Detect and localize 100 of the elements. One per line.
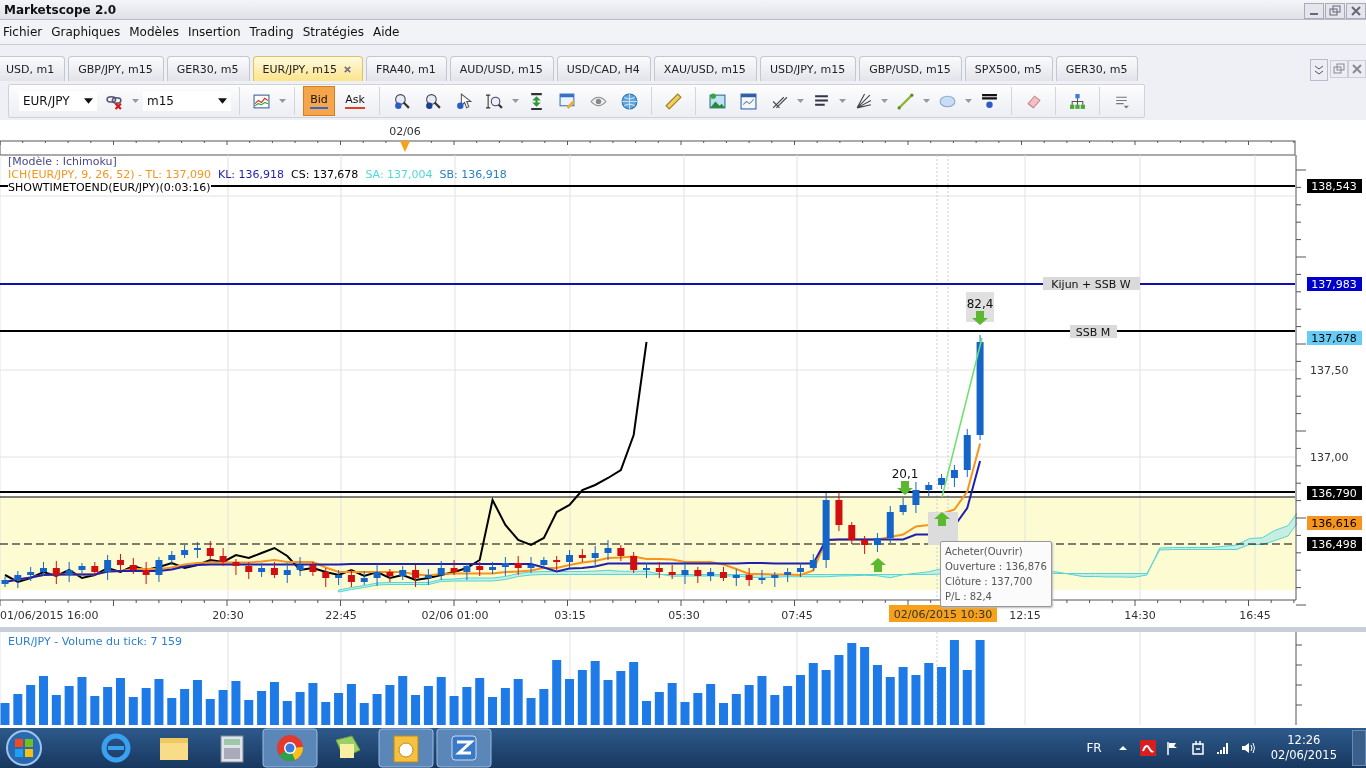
line-label: Kijun + SSB W xyxy=(1043,277,1140,291)
zoom-in-icon[interactable] xyxy=(393,92,410,110)
candlestick xyxy=(501,556,509,577)
candlestick xyxy=(630,551,638,574)
candlestick xyxy=(104,554,112,581)
caret-icon[interactable] xyxy=(881,99,888,103)
sell-arrow-icon xyxy=(972,311,988,325)
candlestick xyxy=(52,560,60,585)
chart-tab[interactable]: GBP/JPY, m15 xyxy=(68,56,164,81)
volume-icon[interactable] xyxy=(1239,740,1256,756)
time-axis-label: 12:15 xyxy=(1009,609,1041,622)
price-tag: 137,983 xyxy=(1307,277,1362,291)
time-axis-label: 14:30 xyxy=(1124,609,1156,622)
chart-tab[interactable]: XAU/USD, m15 xyxy=(653,56,757,81)
candlestick xyxy=(848,521,856,545)
caret-icon[interactable] xyxy=(965,99,972,103)
clock[interactable]: 12:26 02/06/2015 xyxy=(1270,733,1337,763)
window-chart-icon[interactable] xyxy=(740,92,757,110)
chart-tab[interactable]: GBP/USD, m15 xyxy=(859,56,962,81)
line-icon[interactable] xyxy=(897,92,914,110)
chart-tab[interactable]: FRA40, m1 xyxy=(365,56,447,81)
zoom-out-icon[interactable] xyxy=(424,92,441,110)
candlestick xyxy=(476,561,484,577)
close-icon[interactable] xyxy=(342,64,352,74)
candlestick xyxy=(745,567,753,587)
ruler-icon[interactable] xyxy=(665,92,682,110)
line-label: SSB M xyxy=(1070,325,1117,339)
candlestick xyxy=(296,556,304,577)
caret-icon[interactable] xyxy=(279,99,286,103)
candlestick xyxy=(886,505,894,544)
candlestick xyxy=(707,567,715,582)
buy-arrow-icon xyxy=(870,558,886,572)
globe-icon[interactable] xyxy=(621,92,638,110)
caret-icon[interactable] xyxy=(132,99,139,103)
candlestick xyxy=(912,481,920,514)
period-dropdown[interactable]: m15 xyxy=(143,91,231,111)
menu-item[interactable]: Insertion xyxy=(184,25,247,39)
candlestick xyxy=(65,561,73,583)
candlestick xyxy=(181,544,189,559)
candlestick xyxy=(950,464,958,488)
menu-item[interactable]: Aide xyxy=(369,25,406,39)
chevron-icon[interactable] xyxy=(1310,59,1328,81)
candlestick xyxy=(681,561,689,585)
time-axis-label: 01/06/2015 16:00 xyxy=(0,609,99,622)
time-axis-label: 16:45 xyxy=(1239,609,1271,622)
caret-icon[interactable] xyxy=(923,99,930,103)
price-tag: 136,790 xyxy=(1307,486,1362,500)
menu-item[interactable]: Stratégies xyxy=(299,25,370,39)
window-edit-icon[interactable] xyxy=(559,92,576,110)
chart-tab[interactable]: EUR/JPY, m15 xyxy=(252,56,363,81)
caret-icon[interactable] xyxy=(839,99,846,103)
restore-icon[interactable] xyxy=(1325,3,1345,19)
dropdown-arrow-icon[interactable] xyxy=(218,98,227,104)
cursor-icon[interactable] xyxy=(455,92,472,110)
candlestick xyxy=(1,576,9,588)
caret-icon[interactable] xyxy=(512,99,519,103)
price-tag: 137,678 xyxy=(1307,331,1362,345)
chart-tab[interactable]: AUD/USD, m15 xyxy=(449,56,554,81)
close-icon[interactable] xyxy=(1346,3,1366,19)
price-tag: 138,543 xyxy=(1307,179,1362,193)
chart-tab[interactable]: USD/CAD, H4 xyxy=(556,56,651,81)
antivirus-icon[interactable] xyxy=(1139,740,1156,756)
price-mode-button[interactable]: Bid xyxy=(303,86,335,116)
chart-tab[interactable]: GER30, m5 xyxy=(166,56,250,81)
menu-item[interactable]: Modèles xyxy=(126,25,185,39)
candlestick xyxy=(925,481,933,497)
vertical-arrows-icon[interactable] xyxy=(528,92,545,110)
signal-icon[interactable] xyxy=(1214,740,1231,756)
image-icon[interactable] xyxy=(709,92,726,110)
chart-tab[interactable]: GER30, m5 xyxy=(1055,56,1139,81)
chart-tab[interactable]: USD, m1 xyxy=(0,56,66,81)
app-icon[interactable] xyxy=(436,728,492,768)
chart-tab[interactable]: USD/JPY, m15 xyxy=(759,56,857,81)
candlestick xyxy=(245,561,253,580)
price-mode-button[interactable]: Ask xyxy=(339,86,371,116)
chart-tab[interactable]: SPX500, m5 xyxy=(964,56,1053,81)
indicator-value: CS: 137,678 xyxy=(291,168,359,181)
menu-item[interactable]: Graphiques xyxy=(48,25,127,39)
symbol-dropdown[interactable]: EUR/JPY xyxy=(19,91,97,111)
candlestick xyxy=(373,563,381,587)
eraser-icon[interactable] xyxy=(1025,92,1042,110)
menu-item[interactable]: Trading xyxy=(246,25,300,39)
language-indicator[interactable]: FR xyxy=(1086,741,1102,755)
start-button[interactable] xyxy=(4,728,44,768)
candlestick xyxy=(335,569,343,586)
candlestick xyxy=(309,561,317,577)
candlestick xyxy=(412,564,420,588)
zoom-range-icon[interactable] xyxy=(486,92,503,110)
fan-lines-icon[interactable] xyxy=(855,92,872,110)
caret-icon[interactable] xyxy=(797,99,804,103)
price-axis-label: 137,50 xyxy=(1310,364,1349,377)
minimize-icon[interactable] xyxy=(1304,3,1324,19)
time-axis-label: 05:30 xyxy=(668,609,700,622)
candlestick xyxy=(899,497,907,516)
dropdown-arrow-icon[interactable] xyxy=(84,98,93,104)
candlestick xyxy=(553,555,561,571)
menu-item[interactable]: Fichier xyxy=(0,25,49,39)
hierarchy-icon[interactable] xyxy=(1069,92,1086,110)
chart-style-icon[interactable] xyxy=(253,92,270,110)
candlestick xyxy=(617,544,625,562)
